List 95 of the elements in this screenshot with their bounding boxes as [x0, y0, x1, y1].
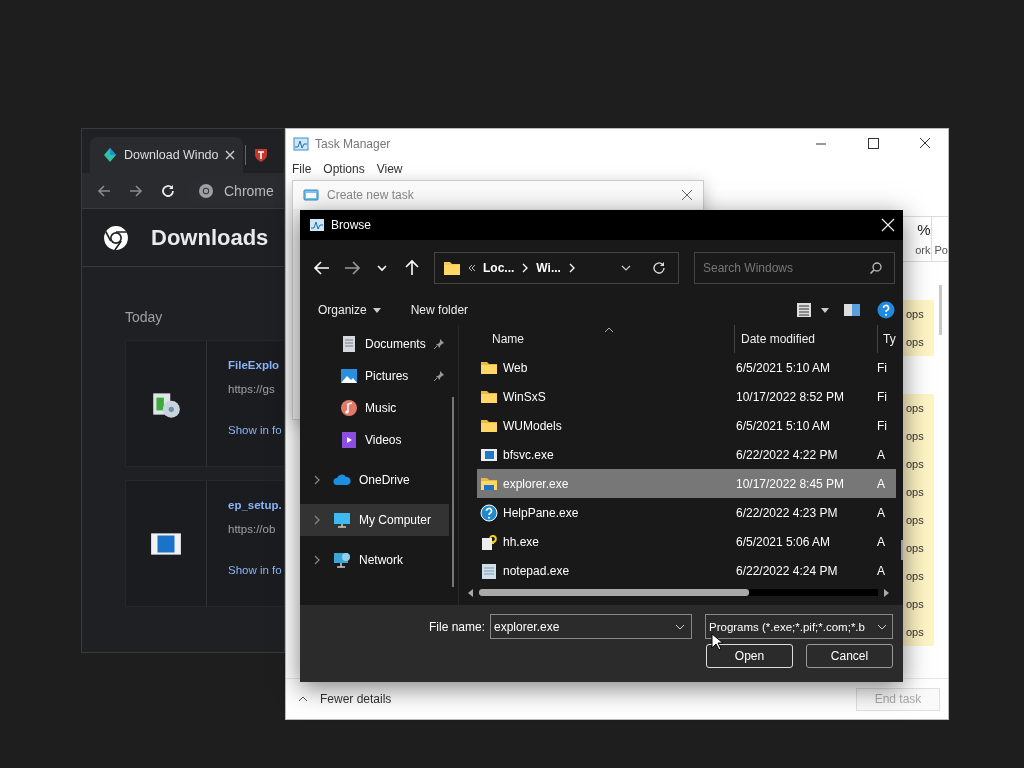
scrollbar-thumb[interactable]	[479, 589, 749, 596]
search-field[interactable]: Search Windows	[694, 251, 895, 284]
cancel-button[interactable]: Cancel	[806, 644, 893, 668]
search-icon	[869, 260, 883, 275]
navigation-item[interactable]: My Computer	[300, 504, 449, 536]
pulse-chart-icon	[293, 135, 309, 152]
table-cell: ops	[902, 300, 934, 328]
field-label: File name:	[428, 619, 485, 634]
caret-icon[interactable]	[821, 306, 829, 314]
file-name-field[interactable]: explorer.exe	[490, 614, 692, 639]
section-heading: Today	[125, 309, 164, 325]
help-icon	[480, 503, 498, 522]
scrollbar[interactable]	[939, 285, 942, 335]
page-title: Downloads	[151, 224, 269, 251]
navigation-item[interactable]: Videos	[300, 424, 449, 456]
pin-icon[interactable]	[432, 370, 445, 382]
music-icon	[340, 399, 358, 417]
dialog-title: Create new task	[327, 188, 414, 202]
file-row[interactable]: hh.exe 6/5/2021 5:06 AM A	[477, 527, 896, 556]
open-button[interactable]: Open	[706, 644, 793, 668]
scrollbar-thumb[interactable]	[900, 540, 903, 560]
notepad-icon	[480, 561, 498, 580]
table-cell: ops	[902, 618, 934, 646]
shield-icon[interactable]	[252, 147, 269, 163]
picture-icon	[340, 367, 358, 385]
new-folder-button[interactable]: New folder	[402, 299, 477, 321]
sort-caret-icon	[604, 327, 614, 333]
navigation-item[interactable]: Documents	[300, 328, 449, 360]
column-header[interactable]: Po	[931, 217, 948, 261]
scroll-right-icon[interactable]	[881, 588, 890, 597]
reload-icon[interactable]	[160, 182, 176, 199]
source-url: https://gs	[228, 383, 276, 395]
table-cell: ops	[902, 422, 934, 450]
file-row[interactable]: bfsvc.exe 6/22/2022 4:22 PM A	[477, 440, 896, 469]
chrome-logo-icon	[103, 224, 129, 251]
cursor-icon	[711, 633, 723, 651]
menu-item[interactable]: Options	[323, 162, 365, 176]
window-title: Task Manager	[315, 136, 391, 151]
dialog-title: Browse	[331, 218, 371, 232]
menu-item[interactable]: File	[292, 162, 312, 176]
file-row[interactable]: explorer.exe 10/17/2022 8:45 PM A	[477, 469, 896, 498]
menu-item[interactable]: View	[376, 162, 403, 176]
file-name-link[interactable]: ep_setup.	[228, 499, 282, 511]
pulse-chart-icon	[309, 217, 325, 233]
organize-button[interactable]: Organize	[310, 299, 389, 321]
address-bar[interactable]: Loc... Wi...	[434, 251, 679, 284]
show-in-folder-link[interactable]: Show in fo	[228, 424, 282, 436]
browser-tab[interactable]: Download Windo	[90, 137, 243, 173]
breadcrumb-item[interactable]: Wi...	[536, 260, 561, 275]
network-icon	[333, 551, 351, 569]
show-in-folder-link[interactable]: Show in fo	[228, 564, 282, 576]
list-view-icon[interactable]	[795, 301, 813, 319]
chrome-logo-icon	[198, 182, 214, 199]
column-header[interactable]: Name	[461, 325, 734, 353]
table-cell: ops	[902, 478, 934, 506]
navigation-item[interactable]: Pictures	[300, 360, 449, 392]
table-cell: ops	[902, 394, 934, 422]
monitor-icon	[333, 511, 351, 529]
preview-pane-icon[interactable]	[843, 301, 861, 319]
forward-icon[interactable]	[128, 182, 144, 199]
chevron-up-icon[interactable]	[298, 694, 308, 704]
refresh-icon[interactable]	[652, 260, 666, 275]
table-cell: ops	[902, 328, 934, 356]
caret-icon	[372, 306, 381, 314]
diamond-icon	[102, 147, 118, 163]
table-cell: ops	[902, 534, 934, 562]
source-url: https://ob	[228, 523, 277, 535]
column-header[interactable]: Ty	[877, 325, 896, 353]
navigation-item[interactable]: Music	[300, 392, 449, 424]
scroll-left-icon[interactable]	[467, 588, 475, 597]
file-type-dropdown[interactable]: Programs (*.exe;*.pif;*.com;*.b	[705, 614, 893, 639]
table-cell: ops	[902, 506, 934, 534]
window-icon	[303, 187, 319, 203]
file-row[interactable]: Web 6/5/2021 5:10 AM Fi	[477, 353, 896, 382]
breadcrumb-item[interactable]: Loc...	[483, 260, 515, 275]
help-icon[interactable]	[877, 301, 895, 319]
file-row[interactable]: WinSxS 10/17/2022 8:52 PM Fi	[477, 382, 896, 411]
help-document-icon	[480, 532, 498, 551]
navigation-item[interactable]: Network	[300, 544, 449, 576]
fewer-details-link[interactable]: Fewer details	[320, 692, 392, 706]
table-cell: ops	[902, 562, 934, 590]
scrollbar-thumb[interactable]	[451, 397, 454, 587]
file-name-link[interactable]: FileExplo	[228, 359, 282, 371]
pin-icon[interactable]	[432, 338, 445, 350]
navigation-item[interactable]: OneDrive	[300, 464, 449, 496]
document-icon	[340, 335, 358, 353]
file-row[interactable]: notepad.exe 6/22/2022 4:24 PM A	[477, 556, 896, 585]
column-header[interactable]: Date modified	[734, 325, 877, 353]
file-row[interactable]: HelpPane.exe 6/22/2022 4:23 PM A	[477, 498, 896, 527]
table-cell: ops	[902, 590, 934, 618]
file-row[interactable]: WUModels 6/5/2021 5:10 AM Fi	[477, 411, 896, 440]
video-icon	[340, 431, 358, 449]
chevron-down-icon[interactable]	[675, 622, 685, 632]
double-chevron-icon	[467, 262, 477, 273]
table-cell: ops	[902, 450, 934, 478]
